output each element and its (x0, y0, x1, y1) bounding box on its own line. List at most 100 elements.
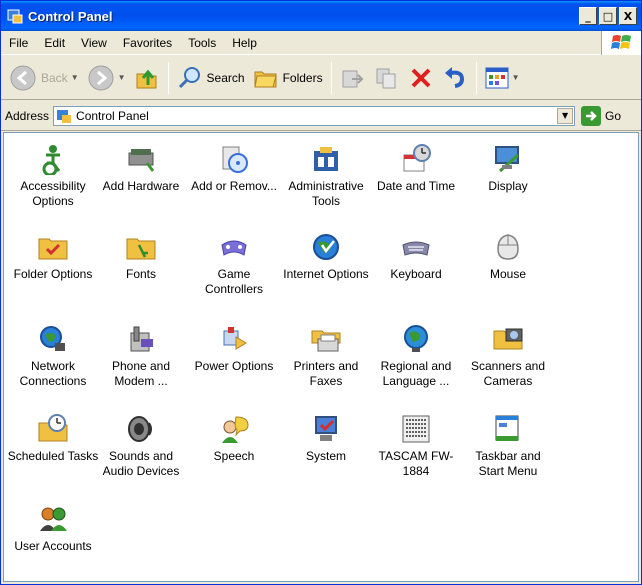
control-panel-item[interactable]: Accessibility Options (7, 143, 99, 209)
go-button[interactable]: Go (581, 105, 622, 126)
scheduled-tasks-icon (38, 414, 68, 442)
control-panel-item[interactable]: Add or Remov... (188, 143, 280, 194)
item-label: Printers and Faxes (293, 359, 359, 388)
folder-options-icon (38, 238, 68, 260)
menu-file[interactable]: File (1, 31, 36, 55)
control-panel-item[interactable]: Fonts (95, 231, 187, 282)
address-bar: Address Control Panel ▼ Go (1, 101, 641, 131)
system-icon (315, 416, 337, 441)
display-icon (495, 146, 519, 173)
control-panel-icon (7, 9, 23, 24)
forward-arrow-icon (88, 65, 114, 90)
item-label: Scheduled Tasks (7, 449, 99, 463)
back-arrow-icon (10, 65, 36, 90)
delete-button[interactable] (404, 60, 438, 96)
control-panel-item[interactable]: User Accounts (7, 503, 99, 554)
control-panel-item[interactable]: Add Hardware (95, 143, 187, 194)
toolbar: Back ▼ ▼ Search Folders ▼ (1, 56, 641, 100)
control-panel-item[interactable]: Power Options (188, 323, 280, 374)
tascam-icon (402, 415, 430, 443)
address-input[interactable]: Control Panel ▼ (53, 105, 576, 126)
control-panel-item[interactable]: Display (462, 143, 554, 194)
item-label: Scanners and Cameras (470, 359, 546, 388)
menu-favorites[interactable]: Favorites (115, 31, 180, 55)
search-button[interactable]: Search (173, 60, 249, 96)
menu-help[interactable]: Help (224, 31, 265, 55)
item-label: Mouse (489, 267, 527, 281)
item-label: Power Options (194, 359, 274, 373)
item-label: Taskbar and Start Menu (475, 449, 541, 478)
folders-button[interactable]: Folders (249, 60, 327, 96)
views-button[interactable]: ▼ (481, 60, 524, 96)
chevron-down-icon[interactable]: ▼ (118, 73, 126, 82)
search-label: Search (206, 70, 245, 85)
control-panel-item[interactable]: Keyboard (370, 231, 462, 282)
minimize-button[interactable]: _ (579, 7, 597, 25)
forward-button[interactable]: ▼ (83, 60, 130, 96)
move-to-button[interactable] (336, 60, 370, 96)
item-label: User Accounts (14, 539, 92, 553)
control-panel-item[interactable]: Printers and Faxes (280, 323, 372, 389)
speech-icon (222, 416, 249, 443)
control-panel-item[interactable]: Regional and Language ... (370, 323, 462, 389)
chevron-down-icon[interactable]: ▼ (512, 73, 520, 82)
maximize-button[interactable]: □ (599, 7, 617, 25)
close-button[interactable]: X (619, 7, 637, 25)
game-controllers-icon (221, 240, 247, 256)
mouse-icon (497, 234, 519, 260)
title-bar[interactable]: Control Panel _ □ X (1, 1, 641, 31)
item-label: Add or Remov... (191, 179, 277, 193)
control-panel-item[interactable]: Network Connections (7, 323, 99, 389)
item-label: Accessibility Options (20, 179, 86, 208)
control-panel-item[interactable]: Date and Time (370, 143, 462, 194)
control-panel-icon (57, 109, 72, 123)
chevron-down-icon[interactable]: ▼ (71, 73, 79, 82)
undo-button[interactable] (438, 60, 472, 96)
add-hardware-icon (128, 149, 155, 172)
item-label: Administrative Tools (288, 179, 364, 208)
control-panel-item[interactable]: Folder Options (7, 231, 99, 282)
menu-view[interactable]: View (73, 31, 115, 55)
control-panel-item[interactable]: Sounds and Audio Devices (95, 413, 187, 479)
menu-bar: File Edit View Favorites Tools Help (1, 31, 641, 55)
internet-options-icon (313, 234, 339, 260)
copy-to-button[interactable] (370, 60, 404, 96)
search-icon (178, 66, 200, 88)
keyboard-icon (402, 241, 430, 256)
control-panel-item[interactable]: Taskbar and Start Menu (462, 413, 554, 479)
item-label: Display (488, 179, 528, 193)
control-panel-item[interactable]: Scanners and Cameras (462, 323, 554, 389)
toolbar-separator (330, 61, 332, 94)
windows-logo-icon (601, 31, 641, 55)
control-panel-item[interactable]: TASCAM FW-1884 (370, 413, 462, 479)
go-label: Go (605, 108, 622, 123)
control-panel-item[interactable]: Administrative Tools (280, 143, 372, 209)
menu-edit[interactable]: Edit (36, 31, 73, 55)
control-panel-item[interactable]: Game Controllers (188, 231, 280, 297)
item-label: Fonts (125, 267, 156, 281)
chevron-down-icon[interactable]: ▼ (557, 107, 574, 124)
control-panel-item[interactable]: Internet Options (280, 231, 372, 282)
item-label: Sounds and Audio Devices (102, 449, 180, 478)
fonts-icon (126, 238, 156, 260)
control-panel-item[interactable]: Scheduled Tasks (7, 413, 99, 464)
folders-label: Folders (282, 70, 323, 85)
toolbar-separator (475, 61, 477, 94)
address-value: Control Panel (76, 108, 149, 123)
item-label: Game Controllers (204, 267, 264, 296)
control-panel-item[interactable]: System (280, 413, 372, 464)
phone-modem-icon (130, 326, 153, 352)
item-label: Speech (213, 449, 255, 463)
taskbar-start-menu-icon (495, 415, 519, 441)
back-button[interactable]: Back ▼ (5, 60, 83, 96)
go-arrow-icon (581, 105, 602, 126)
views-icon (485, 67, 509, 88)
control-panel-item[interactable]: Mouse (462, 231, 554, 282)
control-panel-item[interactable]: Speech (188, 413, 280, 464)
menu-tools[interactable]: Tools (180, 31, 224, 55)
user-accounts-icon (40, 507, 67, 531)
control-panel-item[interactable]: Phone and Modem ... (95, 323, 187, 389)
up-button[interactable] (130, 60, 164, 96)
folder-up-icon (136, 69, 157, 88)
power-options-icon (223, 327, 247, 350)
